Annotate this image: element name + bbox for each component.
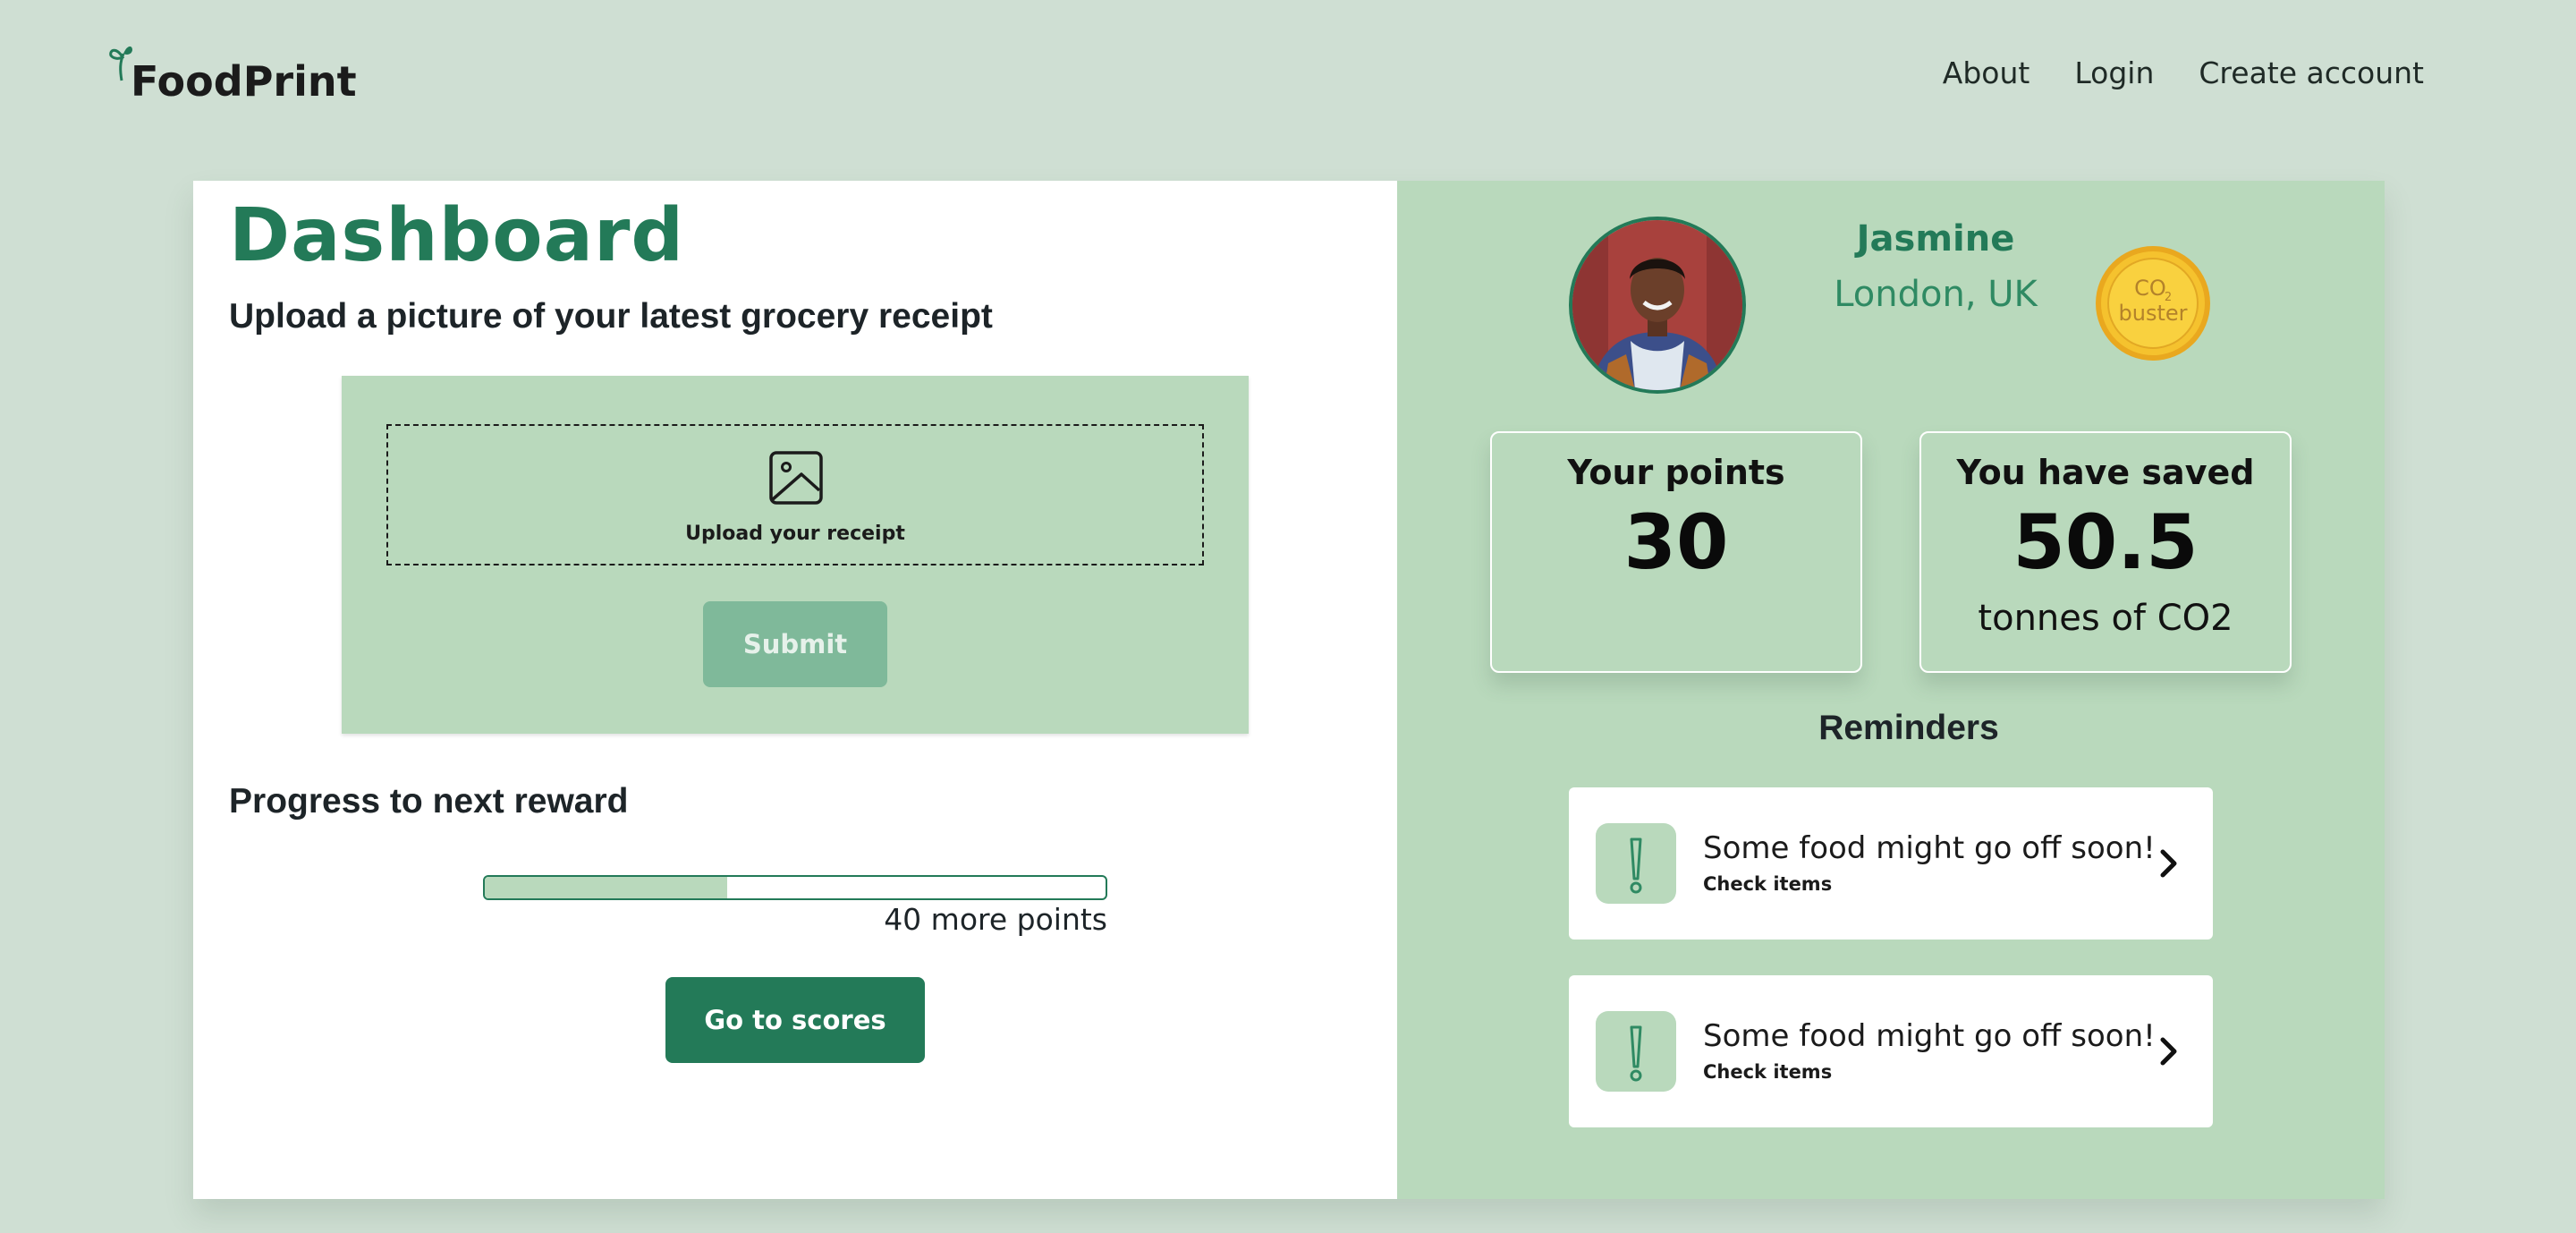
points-value: 30 [1623,498,1729,586]
profile-photo [1572,220,1742,390]
reminders-heading: Reminders [1818,709,1999,747]
reward-progress-fill [485,877,727,898]
saved-card: You have saved 50.5 tonnes of CO2 [1919,431,2292,673]
profile-location: London, UK [1834,274,2038,315]
dropzone-label: Upload your receipt [685,523,905,545]
svg-text:buster: buster [2119,301,2188,326]
exclamation-icon [1596,823,1676,904]
exclamation-icon [1596,1011,1676,1092]
reminder-item[interactable]: Some food might go off soon! Check items [1569,975,2213,1127]
reward-progress-bar [483,875,1107,900]
reminder-check-items: Check items [1703,1061,1833,1083]
progress-heading: Progress to next reward [229,782,629,821]
top-nav: About Login Create account [1943,55,2424,90]
site-header: FoodPrint About Login Create account [0,0,2576,179]
reminder-item[interactable]: Some food might go off soon! Check items [1569,787,2213,940]
chevron-right-icon [2160,849,2177,878]
nav-login-link[interactable]: Login [2074,55,2154,90]
saved-unit: tonnes of CO2 [1978,598,2233,639]
avatar [1569,217,1746,394]
profile-panel: Jasmine London, UK CO 2 buster Your poin… [1397,181,2385,1199]
page-title: Dashboard [229,193,685,278]
submit-button[interactable]: Submit [703,601,887,687]
go-to-scores-button[interactable]: Go to scores [665,977,925,1063]
dashboard-main-panel: Dashboard Upload a picture of your lates… [193,181,1397,1199]
progress-remaining-label: 40 more points [884,902,1107,937]
receipt-dropzone[interactable]: Upload your receipt [386,424,1204,565]
reminder-check-items: Check items [1703,873,1833,895]
reminder-text: Some food might go off soon! [1703,830,2156,866]
upload-panel: Upload your receipt Submit [342,376,1249,734]
co2-buster-badge-icon: CO 2 buster [2096,246,2210,361]
points-title: Your points [1567,453,1785,492]
brand-logo[interactable]: FoodPrint [107,43,357,102]
saved-value: 50.5 [2012,498,2199,586]
chevron-right-icon [2160,1037,2177,1066]
svg-text:CO: CO [2134,276,2166,301]
profile-name: Jasmine [1856,218,2015,259]
reminder-text: Some food might go off soon! [1703,1018,2156,1054]
brand-name: FoodPrint [131,57,357,106]
saved-title: You have saved [1956,453,2255,492]
nav-about-link[interactable]: About [1943,55,2030,90]
upload-heading: Upload a picture of your latest grocery … [229,297,993,336]
nav-create-account-link[interactable]: Create account [2199,55,2424,90]
points-card: Your points 30 [1490,431,1862,673]
image-icon [769,451,823,505]
dashboard-card: Dashboard Upload a picture of your lates… [193,181,2385,1199]
